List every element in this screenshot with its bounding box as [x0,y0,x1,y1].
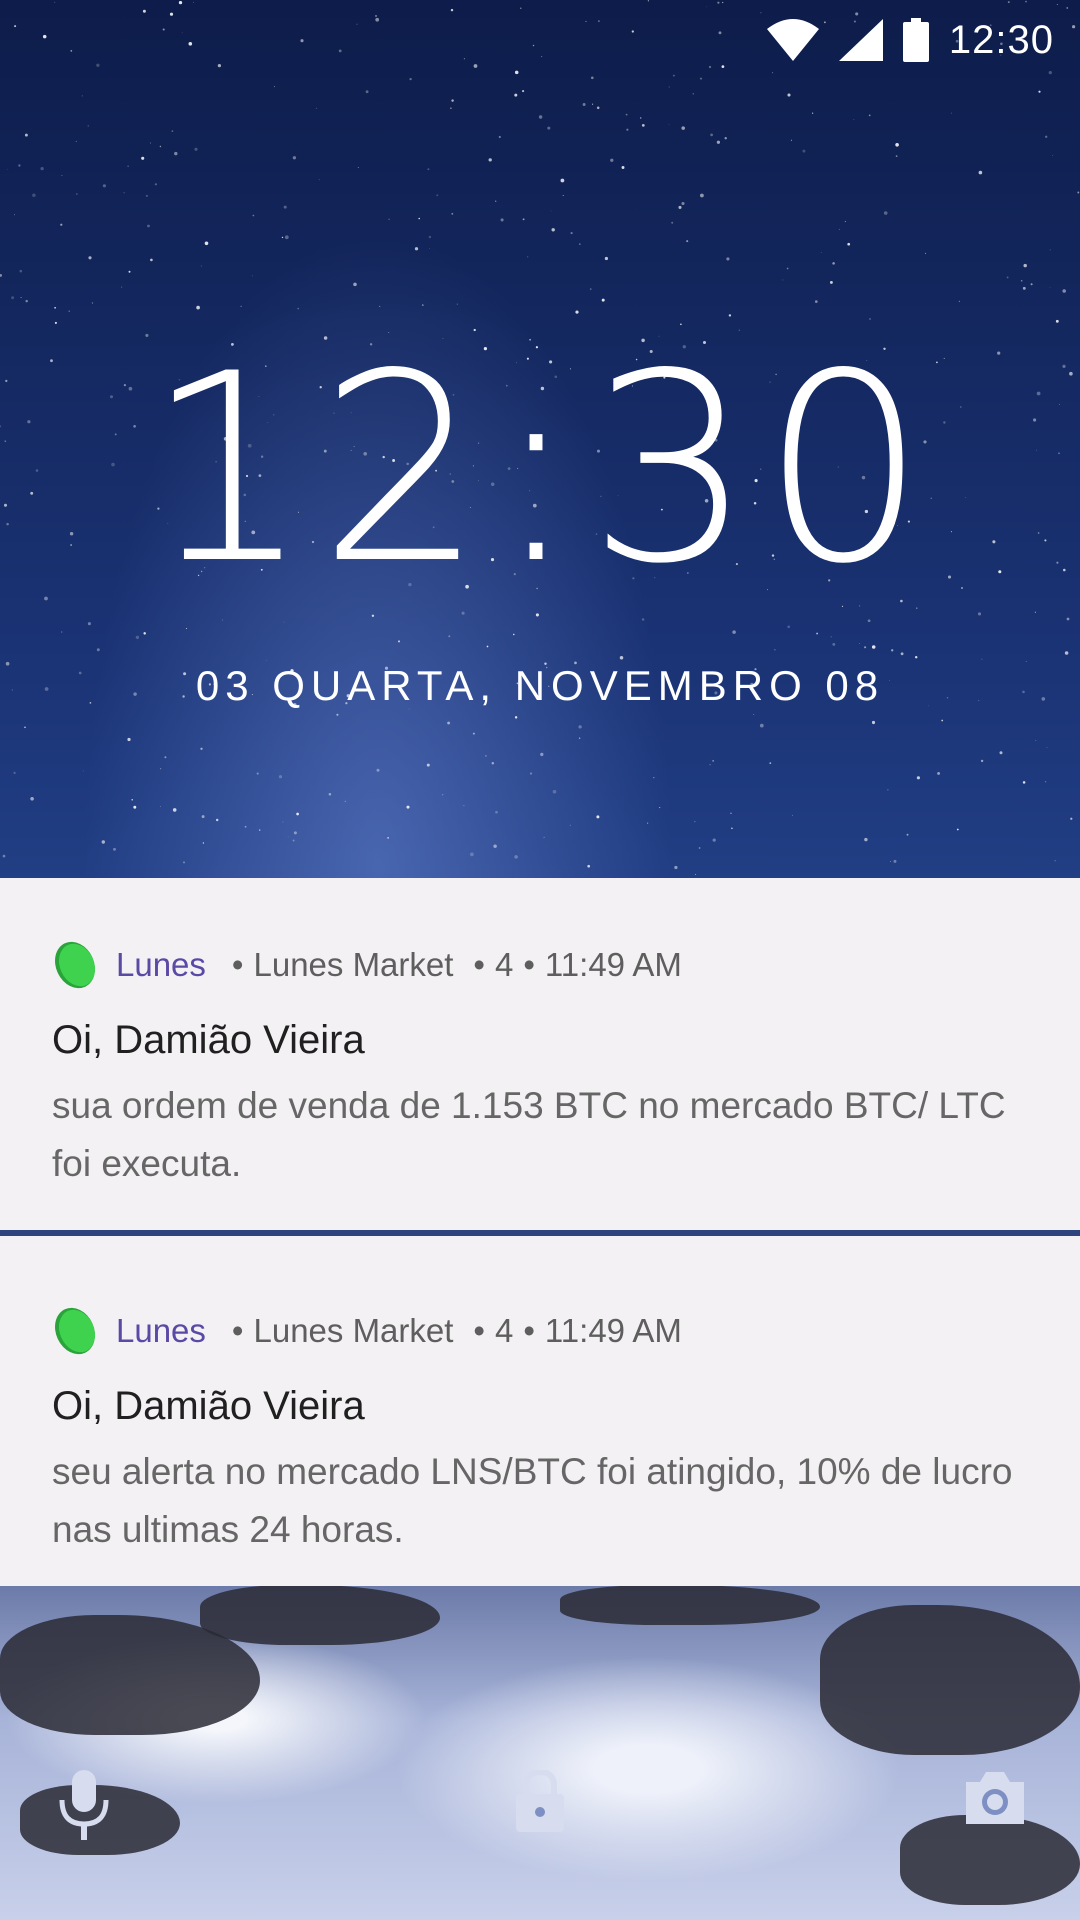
separator-dot: • [473,1312,485,1349]
wifi-icon [766,19,819,61]
notification-channel: Lunes Market [253,1312,454,1349]
lockscreen-date: 03 QUARTA, NOVEMBRO 08 [195,662,885,709]
separator-dot: • [523,946,535,983]
notification-title: Oi, Damião Vieira [52,1018,365,1062]
status-bar: 12:30 [766,0,1080,80]
lockscreen-clock: 12:30 [145,319,935,621]
notification-header: Lunes • Lunes Market • 4 • 11:49 AM [52,930,1028,1000]
lunes-app-icon [55,1307,95,1355]
snowy-mountain [0,1585,1080,1920]
notification-title: Oi, Damião Vieira [52,1384,365,1428]
status-time: 12:30 [948,17,1054,62]
separator-dot: • [231,946,244,983]
notification-time: 11:49 AM [544,946,682,983]
lock-icon[interactable] [514,1770,566,1832]
microphone-icon[interactable] [58,1770,110,1842]
notification-channel: Lunes Market [253,946,454,983]
notification-card[interactable]: Lunes • Lunes Market • 4 • 11:49 AM Oi, … [0,878,1080,1230]
separator-dot: • [473,946,485,983]
battery-icon [902,18,929,62]
separator-dot: • [231,1312,244,1349]
cell-signal-icon [838,19,883,61]
app-name: Lunes [116,946,206,983]
app-name: Lunes [116,1312,206,1349]
notification-count: 4 [494,946,514,983]
separator-dot: • [523,1312,535,1349]
lunes-app-icon [55,941,95,989]
notification-body: sua ordem de venda de 1.153 BTC no merca… [52,1085,1006,1184]
notification-count: 4 [494,1312,514,1349]
notification-header: Lunes • Lunes Market • 4 • 11:49 AM [52,1296,1028,1366]
notification-time: 11:49 AM [544,1312,682,1349]
notification-body: seu alerta no mercado LNS/BTC foi atingi… [52,1451,1013,1550]
camera-icon[interactable] [964,1770,1026,1826]
notification-card[interactable]: Lunes • Lunes Market • 4 • 11:49 AM Oi, … [0,1236,1080,1586]
